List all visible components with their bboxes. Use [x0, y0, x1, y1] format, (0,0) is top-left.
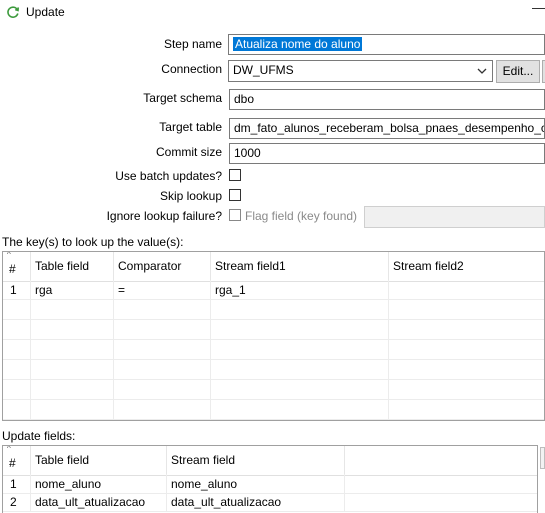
- step-name-value: Atualiza nome do aluno: [233, 37, 363, 51]
- keys-table: ^ # Table field Comparator Stream field1…: [2, 251, 545, 421]
- empty-cell[interactable]: [3, 340, 31, 360]
- commit-size-label: Commit size: [155, 145, 222, 159]
- empty-cell[interactable]: [114, 360, 211, 380]
- row-number: 1: [10, 477, 17, 491]
- empty-cell[interactable]: [211, 300, 389, 320]
- header-stream-field2[interactable]: Stream field2: [389, 252, 544, 281]
- empty-cell[interactable]: [3, 380, 31, 400]
- cell-stream-field2[interactable]: [389, 280, 544, 300]
- cell-table-field[interactable]: data_ult_atualizacao: [31, 492, 167, 512]
- empty-cell[interactable]: [31, 300, 114, 320]
- empty-cell[interactable]: [389, 400, 544, 420]
- row-number-header[interactable]: ^ #: [3, 446, 31, 475]
- step-name-input[interactable]: Atualiza nome do aluno: [228, 34, 545, 55]
- flag-field-label: Flag field (key found): [245, 209, 358, 223]
- connection-value: DW_UFMS: [233, 63, 294, 77]
- row-number: 2: [10, 495, 17, 509]
- empty-cell[interactable]: [3, 300, 31, 320]
- update-table-header: ^ # Table field Stream field: [3, 446, 537, 476]
- header-stream-field1[interactable]: Stream field1: [211, 252, 389, 281]
- empty-cell[interactable]: [31, 360, 114, 380]
- empty-cell[interactable]: [114, 300, 211, 320]
- empty-cell[interactable]: [211, 340, 389, 360]
- target-table-label: Target table: [159, 120, 222, 134]
- empty-cell[interactable]: [211, 380, 389, 400]
- commit-size-input[interactable]: 1000: [229, 143, 545, 164]
- empty-table-row[interactable]: [3, 400, 544, 420]
- empty-cell[interactable]: [3, 360, 31, 380]
- empty-cell[interactable]: [389, 360, 544, 380]
- header-stream-field[interactable]: Stream field: [167, 446, 345, 475]
- target-table-input[interactable]: dm_fato_alunos_receberam_bolsa_pnaes_des…: [229, 118, 545, 139]
- empty-cell[interactable]: [114, 380, 211, 400]
- empty-table-row[interactable]: [3, 380, 544, 400]
- empty-cell[interactable]: [211, 400, 389, 420]
- empty-cell[interactable]: [114, 320, 211, 340]
- keys-section-title: The key(s) to look up the value(s):: [2, 235, 184, 249]
- empty-cell[interactable]: [389, 320, 544, 340]
- caret-up-icon: ^: [7, 251, 11, 259]
- batch-updates-checkbox[interactable]: [229, 169, 241, 181]
- target-schema-label: Target schema: [143, 91, 222, 105]
- window-title-bar: Update: [6, 4, 65, 20]
- skip-lookup-checkbox[interactable]: [229, 189, 241, 201]
- chevron-down-icon[interactable]: [474, 63, 490, 78]
- cell-comparator[interactable]: =: [114, 280, 211, 300]
- empty-table-row[interactable]: [3, 360, 544, 380]
- empty-cell[interactable]: [211, 360, 389, 380]
- table-row[interactable]: 1 rga = rga_1: [3, 280, 544, 300]
- empty-cell[interactable]: [31, 400, 114, 420]
- empty-cell[interactable]: [389, 300, 544, 320]
- empty-cell[interactable]: [389, 340, 544, 360]
- empty-cell[interactable]: [114, 340, 211, 360]
- update-fields-table: ^ # Table field Stream field 1 nome_alun…: [2, 445, 538, 513]
- batch-updates-label: Use batch updates?: [115, 169, 222, 183]
- empty-cell[interactable]: [3, 400, 31, 420]
- header-table-field[interactable]: Table field: [31, 446, 167, 475]
- cell-stream-field[interactable]: data_ult_atualizacao: [167, 492, 345, 512]
- row-number-header[interactable]: ^ #: [3, 252, 31, 281]
- flag-field-input[interactable]: [364, 206, 545, 228]
- minimize-icon[interactable]: [532, 8, 545, 9]
- empty-cell[interactable]: [211, 320, 389, 340]
- cell-stream-field[interactable]: nome_aluno: [167, 474, 345, 494]
- empty-cell[interactable]: [114, 400, 211, 420]
- target-schema-input[interactable]: dbo: [229, 89, 545, 110]
- keys-table-header: ^ # Table field Comparator Stream field1…: [3, 252, 544, 282]
- ignore-failure-checkbox[interactable]: [229, 209, 241, 221]
- header-table-field[interactable]: Table field: [31, 252, 114, 281]
- cell-stream-field1[interactable]: rga_1: [211, 280, 389, 300]
- table-row[interactable]: 2 data_ult_atualizacao data_ult_atualiza…: [3, 492, 537, 512]
- empty-cell[interactable]: [389, 380, 544, 400]
- caret-up-icon: ^: [7, 445, 11, 453]
- empty-table-row[interactable]: [3, 340, 544, 360]
- update-fields-title: Update fields:: [2, 429, 76, 443]
- header-comparator[interactable]: Comparator: [114, 252, 211, 281]
- window-title: Update: [26, 5, 65, 19]
- empty-table-row[interactable]: [3, 320, 544, 340]
- connection-label: Connection: [161, 62, 222, 76]
- empty-table-row[interactable]: [3, 300, 544, 320]
- step-name-label: Step name: [163, 37, 222, 51]
- edit-connection-button[interactable]: Edit...: [496, 60, 540, 83]
- ignore-failure-label: Ignore lookup failure?: [106, 209, 222, 223]
- get-update-fields-button[interactable]: [540, 447, 545, 469]
- empty-cell[interactable]: [31, 340, 114, 360]
- row-number: 1: [10, 283, 17, 297]
- empty-cell[interactable]: [31, 380, 114, 400]
- empty-cell[interactable]: [3, 320, 31, 340]
- table-row[interactable]: 1 nome_aluno nome_aluno: [3, 474, 537, 494]
- refresh-icon: [6, 5, 20, 19]
- cell-table-field[interactable]: nome_aluno: [31, 474, 167, 494]
- cell-table-field[interactable]: rga: [31, 280, 114, 300]
- empty-cell[interactable]: [31, 320, 114, 340]
- skip-lookup-label: Skip lookup: [159, 189, 222, 203]
- connection-select[interactable]: DW_UFMS: [228, 60, 493, 82]
